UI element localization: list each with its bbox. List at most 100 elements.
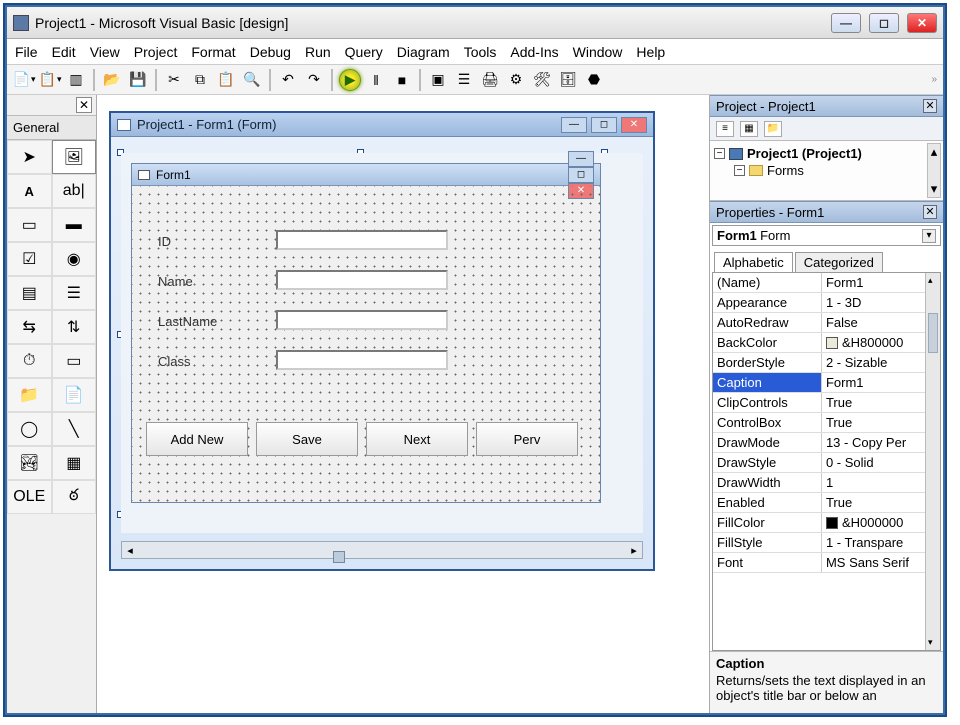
textbox-lastname[interactable]: [276, 310, 448, 330]
ole-tool-icon[interactable]: OLE: [7, 480, 52, 514]
menu-file[interactable]: File: [15, 44, 38, 60]
textbox-tool-icon[interactable]: ab|: [52, 174, 97, 208]
property-value[interactable]: False: [822, 313, 940, 332]
tree-collapse-icon[interactable]: −: [714, 148, 725, 159]
property-row-font[interactable]: FontMS Sans Serif: [713, 553, 940, 573]
copy-icon[interactable]: ⧉: [189, 69, 211, 91]
scroll-right-icon[interactable]: ▸: [626, 544, 642, 557]
add-form-icon[interactable]: 📋: [39, 69, 61, 91]
undo-icon[interactable]: ↶: [277, 69, 299, 91]
textbox-name[interactable]: [276, 270, 448, 290]
cut-icon[interactable]: ✂: [163, 69, 185, 91]
designer-minimize-button[interactable]: —: [561, 117, 587, 133]
property-row-controlbox[interactable]: ControlBoxTrue: [713, 413, 940, 433]
designer-titlebar[interactable]: Project1 - Form1 (Form) — ◻ ✕: [111, 113, 653, 137]
tree-scrollbar[interactable]: ▴▾: [927, 143, 941, 198]
frame-tool-icon[interactable]: ▭: [7, 208, 52, 242]
property-value[interactable]: 13 - Copy Per: [822, 433, 940, 452]
property-value[interactable]: Form1: [822, 373, 940, 392]
toggle-folders-icon[interactable]: 📁: [764, 121, 782, 137]
menu-debug[interactable]: Debug: [250, 44, 291, 60]
toolbox-icon[interactable]: 🛠: [531, 69, 553, 91]
label-class[interactable]: Class: [158, 354, 191, 369]
combobox-tool-icon[interactable]: ▤: [7, 276, 52, 310]
form1-minimize-button[interactable]: —: [568, 151, 594, 167]
menu-diagram[interactable]: Diagram: [397, 44, 450, 60]
designer-close-button[interactable]: ✕: [621, 117, 647, 133]
form-layout-icon[interactable]: 🖨: [479, 69, 501, 91]
property-row-caption[interactable]: CaptionForm1: [713, 373, 940, 393]
break-icon[interactable]: ‖: [365, 69, 387, 91]
minimize-button[interactable]: —: [831, 13, 861, 33]
view-object-icon[interactable]: ▦: [740, 121, 758, 137]
textbox-class[interactable]: [276, 350, 448, 370]
chevron-down-icon[interactable]: ▾: [922, 229, 936, 243]
properties-close-icon[interactable]: ✕: [923, 205, 937, 219]
menu-view[interactable]: View: [90, 44, 120, 60]
toolbox-close-icon[interactable]: ✕: [76, 97, 92, 113]
properties-grid[interactable]: (Name)Form1Appearance1 - 3DAutoRedrawFal…: [712, 272, 941, 651]
toolbar-overflow-icon[interactable]: »: [931, 74, 937, 85]
close-button[interactable]: ✕: [907, 13, 937, 33]
label-name[interactable]: Name: [158, 274, 193, 289]
listbox-tool-icon[interactable]: ☰: [52, 276, 97, 310]
label-lastname[interactable]: LastName: [158, 314, 217, 329]
end-icon[interactable]: ■: [391, 69, 413, 91]
maximize-button[interactable]: ◻: [869, 13, 899, 33]
properties-window-icon[interactable]: ☰: [453, 69, 475, 91]
tab-categorized[interactable]: Categorized: [795, 252, 883, 272]
add-project-icon[interactable]: 📄: [13, 69, 35, 91]
properties-object-combo[interactable]: Form1 Form ▾: [712, 225, 941, 246]
data-tool-icon[interactable]: ▦: [52, 446, 97, 480]
shape-tool-icon[interactable]: ◯: [7, 412, 52, 446]
property-row-fillcolor[interactable]: FillColor&H000000: [713, 513, 940, 533]
label-tool-icon[interactable]: A: [7, 174, 52, 208]
commandbutton-tool-icon[interactable]: ▬: [52, 208, 97, 242]
form1-maximize-button[interactable]: ◻: [568, 167, 594, 183]
open-icon[interactable]: 📂: [101, 69, 123, 91]
textbox-id[interactable]: [276, 230, 448, 250]
form1-titlebar[interactable]: Form1 — ◻ ✕: [132, 164, 600, 186]
properties-header[interactable]: Properties - Form1 ✕: [710, 201, 943, 223]
scroll-thumb[interactable]: [928, 313, 938, 353]
property-row-drawstyle[interactable]: DrawStyle0 - Solid: [713, 453, 940, 473]
property-value[interactable]: True: [822, 493, 940, 512]
property-row-drawmode[interactable]: DrawMode13 - Copy Per: [713, 433, 940, 453]
find-icon[interactable]: 🔍: [241, 69, 263, 91]
paste-icon[interactable]: 📋: [215, 69, 237, 91]
property-row-enabled[interactable]: EnabledTrue: [713, 493, 940, 513]
filelistbox-tool-icon[interactable]: 📄: [52, 378, 97, 412]
project-explorer-icon[interactable]: ▣: [427, 69, 449, 91]
property-value[interactable]: 1 - 3D: [822, 293, 940, 312]
property-value[interactable]: 2 - Sizable: [822, 353, 940, 372]
design-grid[interactable]: ID Name LastName Class Add New Save Next: [132, 186, 600, 502]
button-addnew[interactable]: Add New: [146, 422, 248, 456]
tree-collapse-icon[interactable]: −: [734, 165, 745, 176]
checkbox-tool-icon[interactable]: ☑: [7, 242, 52, 276]
tree-forms-folder[interactable]: − Forms: [714, 162, 939, 179]
button-save[interactable]: Save: [256, 422, 358, 456]
menu-addins[interactable]: Add-Ins: [510, 44, 558, 60]
property-value[interactable]: &H800000: [822, 333, 940, 352]
menu-window[interactable]: Window: [573, 44, 623, 60]
vscrollbar-tool-icon[interactable]: ⇅: [52, 310, 97, 344]
property-row-borderstyle[interactable]: BorderStyle2 - Sizable: [713, 353, 940, 373]
picturebox-tool-icon[interactable]: 🖼: [52, 140, 97, 174]
property-row-autoredraw[interactable]: AutoRedrawFalse: [713, 313, 940, 333]
property-value[interactable]: True: [822, 413, 940, 432]
menu-edit[interactable]: Edit: [52, 44, 76, 60]
tab-alphabetic[interactable]: Alphabetic: [714, 252, 793, 272]
dirlistbox-tool-icon[interactable]: 📁: [7, 378, 52, 412]
line-tool-icon[interactable]: ╲: [52, 412, 97, 446]
property-value[interactable]: 1: [822, 473, 940, 492]
property-value[interactable]: &H000000: [822, 513, 940, 532]
designer-maximize-button[interactable]: ◻: [591, 117, 617, 133]
image-tool-icon[interactable]: 🏞: [7, 446, 52, 480]
menu-query[interactable]: Query: [345, 44, 383, 60]
menu-format[interactable]: Format: [191, 44, 235, 60]
property-row-drawwidth[interactable]: DrawWidth1: [713, 473, 940, 493]
scroll-left-icon[interactable]: ◂: [122, 544, 138, 557]
project-tree[interactable]: − Project1 (Project1) − Forms ▴▾: [710, 141, 943, 201]
property-row-clipcontrols[interactable]: ClipControlsTrue: [713, 393, 940, 413]
project-explorer-close-icon[interactable]: ✕: [923, 99, 937, 113]
